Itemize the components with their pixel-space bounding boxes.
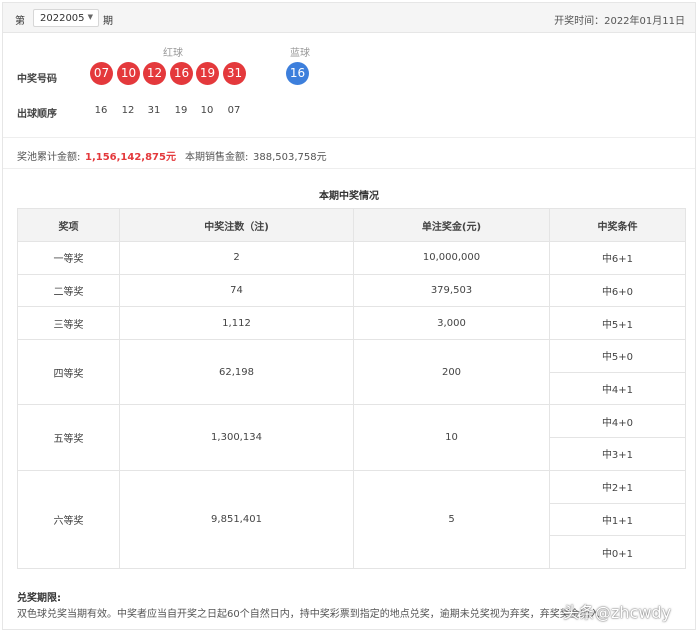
prize-amount: 10: [353, 404, 550, 471]
prize-level: 六等奖: [17, 469, 120, 569]
issue-select-value: 2022005: [40, 13, 85, 24]
prize-amount: 379,503: [353, 273, 550, 308]
table-row: 四等奖 62,198 200 中5+0: [17, 339, 686, 406]
prize-amount: 3,000: [353, 306, 550, 341]
win-condition: 中4+1: [549, 371, 686, 406]
pool-value: 1,156,142,875元: [85, 152, 176, 163]
draw-order-number: 12: [121, 105, 135, 116]
column-header: 中奖条件: [549, 208, 686, 242]
table-header-row: 奖项 中奖注数（注) 单注奖金(元) 中奖条件: [17, 208, 686, 242]
win-condition: 中0+1: [549, 535, 686, 569]
win-condition: 中6+1: [549, 241, 686, 275]
prize-level: 四等奖: [17, 339, 120, 406]
redeem-deadline-title: 兑奖期限:: [17, 593, 61, 604]
winner-count: 2: [119, 241, 354, 275]
issue-suffix: 期: [103, 16, 113, 27]
blue-ball-label: 蓝球: [290, 48, 310, 59]
pool-summary: 奖池累计金额: 1,156,142,875元 本期销售金额: 388,503,7…: [3, 139, 695, 169]
sales-label: 本期销售金额:: [185, 152, 249, 163]
blue-ball: 16: [286, 62, 309, 85]
watermark: 头条@zhcwdy: [563, 603, 672, 622]
table-row: 二等奖 74 379,503 中6+0: [17, 273, 686, 308]
prize-amount: 5: [353, 469, 550, 569]
red-ball-label: 红球: [163, 48, 183, 59]
win-condition: 中6+0: [549, 273, 686, 308]
prize-table-title: 本期中奖情况: [319, 191, 379, 202]
table-row: 一等奖 2 10,000,000 中6+1: [17, 241, 686, 275]
winning-numbers-section: 红球 蓝球 中奖号码 07 10 12 16 19 31 16 出球顺序 16 …: [3, 34, 695, 138]
column-header: 单注奖金(元): [353, 208, 550, 242]
draw-order-number: 19: [174, 105, 188, 116]
draw-date: 开奖时间：2022年01月11日: [554, 16, 685, 27]
winning-numbers-label: 中奖号码: [17, 74, 57, 85]
winner-count: 62,198: [119, 339, 354, 406]
win-condition: 中3+1: [549, 437, 686, 471]
sales-value: 388,503,758元: [253, 152, 327, 163]
chevron-down-icon: ▼: [87, 13, 93, 21]
issue-header: 第 2022005 ▼ 期 开奖时间：2022年01月11日: [3, 3, 695, 33]
pool-label: 奖池累计金额:: [17, 152, 81, 163]
prize-table: 奖项 中奖注数（注) 单注奖金(元) 中奖条件 一等奖 2 10,000,000…: [17, 208, 686, 569]
winner-count: 1,112: [119, 306, 354, 341]
win-condition: 中5+0: [549, 339, 686, 373]
red-ball: 19: [196, 62, 219, 85]
win-condition: 中2+1: [549, 469, 686, 504]
red-ball: 10: [117, 62, 140, 85]
draw-order-number: 31: [147, 105, 161, 116]
table-row: 五等奖 1,300,134 10 中4+0: [17, 404, 686, 471]
redeem-deadline-text: 双色球兑奖当期有效。中奖者应当自开奖之日起60个自然日内，持中奖彩票到指定的地点…: [17, 609, 600, 620]
win-condition: 中1+1: [549, 502, 686, 537]
prize-amount: 200: [353, 339, 550, 406]
winner-count: 1,300,134: [119, 404, 354, 471]
table-row: 三等奖 1,112 3,000 中5+1: [17, 306, 686, 341]
prize-level: 二等奖: [17, 273, 120, 308]
column-header: 中奖注数（注): [119, 208, 354, 242]
prize-level: 五等奖: [17, 404, 120, 471]
draw-order-number: 10: [200, 105, 214, 116]
win-condition: 中5+1: [549, 306, 686, 341]
issue-select[interactable]: 2022005 ▼: [33, 9, 99, 27]
win-condition: 中4+0: [549, 404, 686, 439]
draw-order-label: 出球顺序: [17, 109, 57, 120]
lottery-result-panel: 第 2022005 ▼ 期 开奖时间：2022年01月11日 红球 蓝球 中奖号…: [2, 2, 696, 630]
red-ball: 16: [170, 62, 193, 85]
winner-count: 9,851,401: [119, 469, 354, 569]
prize-amount: 10,000,000: [353, 241, 550, 275]
red-ball: 31: [223, 62, 246, 85]
prize-level: 一等奖: [17, 241, 120, 275]
issue-prefix: 第: [15, 16, 25, 27]
column-header: 奖项: [17, 208, 120, 242]
prize-level: 三等奖: [17, 306, 120, 341]
winner-count: 74: [119, 273, 354, 308]
red-ball: 07: [90, 62, 113, 85]
draw-order-number: 07: [227, 105, 241, 116]
draw-order-number: 16: [94, 105, 108, 116]
red-ball: 12: [143, 62, 166, 85]
table-row: 六等奖 9,851,401 5 中2+1: [17, 469, 686, 569]
